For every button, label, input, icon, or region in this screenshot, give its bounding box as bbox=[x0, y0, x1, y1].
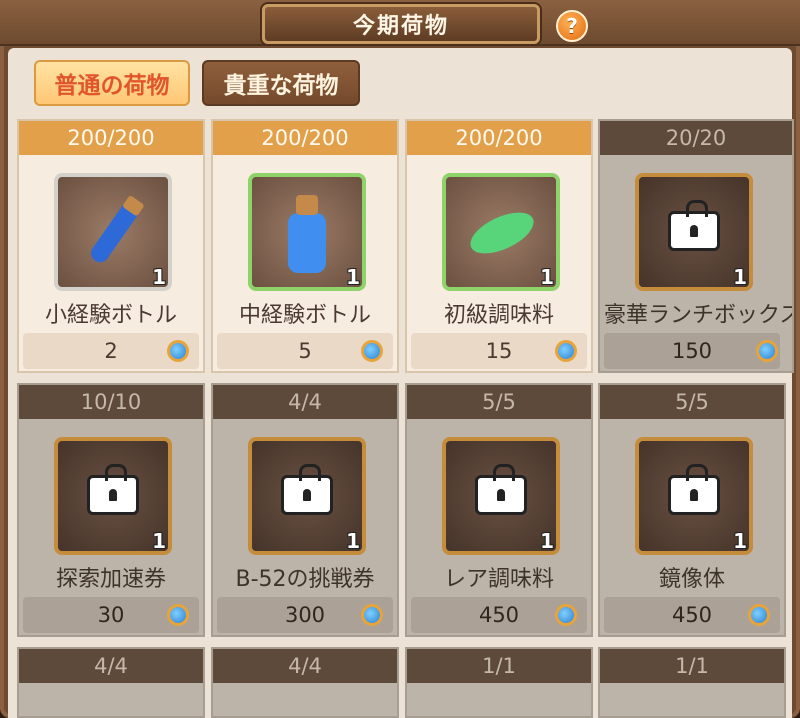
stock-count: 200/200 bbox=[407, 121, 591, 155]
tab-valuable-goods[interactable]: 貴重な荷物 bbox=[202, 60, 360, 106]
item-quantity: 1 bbox=[733, 265, 747, 289]
medal-currency-icon bbox=[361, 340, 383, 362]
item-name: 中経験ボトル bbox=[238, 303, 371, 328]
item-price: 150 bbox=[604, 333, 780, 369]
goods-card[interactable]: 10/10 1 探索加速券 30 bbox=[17, 383, 205, 637]
stock-count: 4/4 bbox=[19, 649, 203, 683]
lock-icon bbox=[281, 464, 333, 515]
stock-count: 5/5 bbox=[600, 385, 784, 419]
medal-currency-icon bbox=[555, 340, 577, 362]
item-quantity: 1 bbox=[152, 265, 166, 289]
tab-normal-goods[interactable]: 普通の荷物 bbox=[34, 60, 190, 106]
lock-icon bbox=[668, 464, 720, 515]
item-name: 初級調味料 bbox=[443, 303, 554, 328]
medal-currency-icon bbox=[361, 604, 383, 626]
goods-card[interactable]: 1/1 bbox=[598, 647, 786, 718]
blue-vial-icon: 1 bbox=[54, 173, 172, 291]
stock-count: 4/4 bbox=[213, 649, 397, 683]
item-name: 小経験ボトル bbox=[44, 303, 177, 328]
stock-count: 10/10 bbox=[19, 385, 203, 419]
item-quantity: 1 bbox=[152, 529, 166, 553]
goods-card[interactable]: 4/4 1 B-52の挑戦券 300 bbox=[211, 383, 399, 637]
lunch-box-icon: 1 bbox=[635, 173, 753, 291]
item-name: 鏡像体 bbox=[658, 567, 725, 592]
item-quantity: 1 bbox=[540, 529, 554, 553]
stock-count: 5/5 bbox=[407, 385, 591, 419]
medal-currency-icon bbox=[555, 604, 577, 626]
scroll-icon: 1 bbox=[54, 437, 172, 555]
item-quantity: 1 bbox=[346, 265, 360, 289]
goods-card[interactable]: 1/1 bbox=[405, 647, 593, 718]
item-quantity: 1 bbox=[733, 529, 747, 553]
goods-card[interactable]: 200/200 1 初級調味料 15 bbox=[405, 119, 593, 373]
page-title: 今期荷物 bbox=[262, 4, 540, 44]
stock-count: 200/200 bbox=[19, 121, 203, 155]
goods-card[interactable]: 200/200 1 中経験ボトル 5 bbox=[211, 119, 399, 373]
medal-currency-icon bbox=[167, 604, 189, 626]
goods-card[interactable]: 4/4 bbox=[17, 647, 205, 718]
stock-count: 1/1 bbox=[600, 649, 784, 683]
medal-currency-icon bbox=[167, 340, 189, 362]
teal-plant-icon: 1 bbox=[442, 437, 560, 555]
item-quantity: 1 bbox=[540, 265, 554, 289]
medal-currency-icon bbox=[756, 340, 778, 362]
lock-icon bbox=[475, 464, 527, 515]
item-name: レア調味料 bbox=[443, 567, 554, 592]
lock-icon bbox=[668, 200, 720, 251]
stock-count: 200/200 bbox=[213, 121, 397, 155]
goods-card[interactable]: 4/4 bbox=[211, 647, 399, 718]
green-leaf-icon: 1 bbox=[442, 173, 560, 291]
stock-count: 4/4 bbox=[213, 385, 397, 419]
goods-card[interactable]: 200/200 1 小経験ボトル 2 bbox=[17, 119, 205, 373]
goods-card[interactable]: 5/5 1 レア調味料 450 bbox=[405, 383, 593, 637]
stock-count: 20/20 bbox=[600, 121, 792, 155]
lock-icon bbox=[87, 464, 139, 515]
goods-card[interactable]: 5/5 1 鏡像体 450 bbox=[598, 383, 786, 637]
blue-bottle-icon: 1 bbox=[248, 173, 366, 291]
item-quantity: 1 bbox=[346, 529, 360, 553]
help-button[interactable]: ? bbox=[556, 10, 588, 42]
purple-crystal-icon: 1 bbox=[635, 437, 753, 555]
stock-count: 1/1 bbox=[407, 649, 591, 683]
item-name: 探索加速券 bbox=[55, 567, 166, 592]
item-name: B-52の挑戦券 bbox=[235, 567, 375, 592]
ticket-icon: 1 bbox=[248, 437, 366, 555]
item-name: 豪華ランチボックス bbox=[604, 303, 792, 328]
medal-currency-icon bbox=[748, 604, 770, 626]
goods-card[interactable]: 20/20 1 豪華ランチボックス 150 bbox=[598, 119, 794, 373]
